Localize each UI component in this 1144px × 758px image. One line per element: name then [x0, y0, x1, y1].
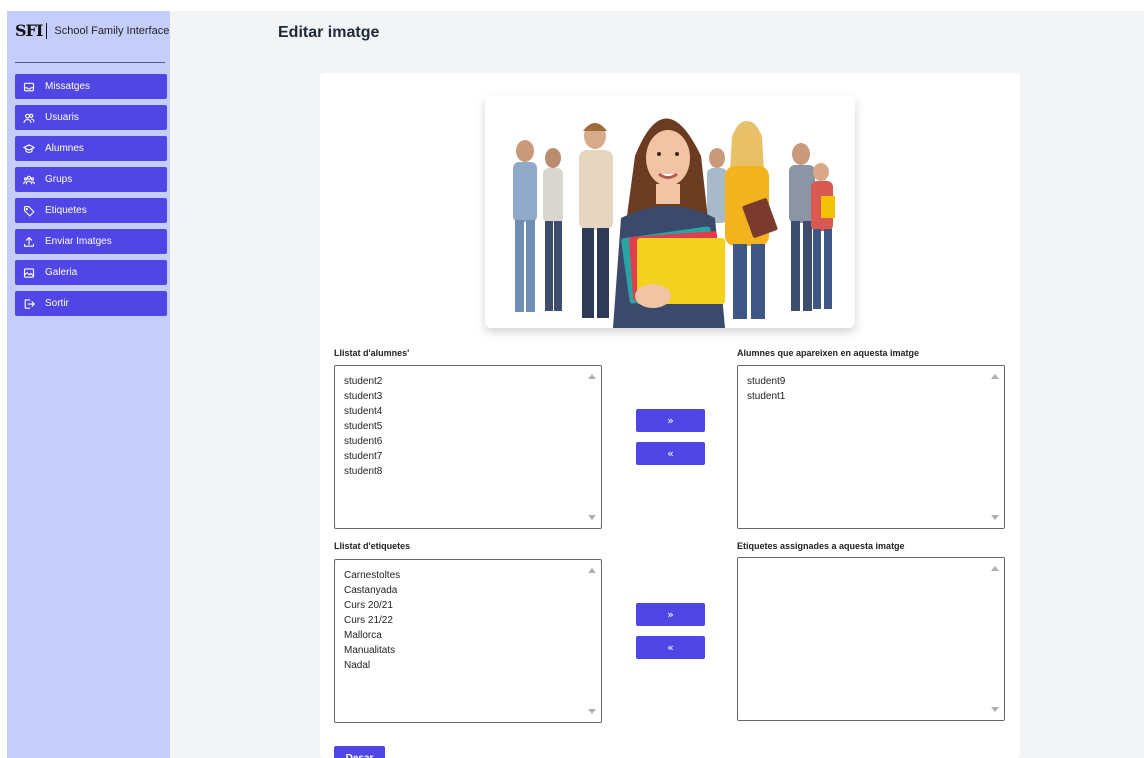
graduation-cap-icon — [23, 143, 35, 153]
list-item[interactable]: student3 — [344, 389, 601, 404]
list-item[interactable]: student1 — [747, 389, 1004, 404]
list-item[interactable]: student9 — [747, 374, 1004, 389]
available-tags-list[interactable]: Carnestoltes Castanyada Curs 20/21 Curs … — [334, 559, 602, 723]
main-content: Editar imatge Llistat d'alumnes' student… — [170, 11, 1144, 758]
brand-name: School Family Interface — [54, 24, 170, 37]
sidebar-item-sortir[interactable]: Sortir — [15, 291, 167, 316]
list-item[interactable]: student6 — [344, 434, 601, 449]
sidebar-item-usuaris[interactable]: Usuaris — [15, 105, 167, 130]
brand-logo: SFI — [15, 21, 43, 40]
brand[interactable]: SFI School Family Interface — [15, 21, 169, 40]
page-title: Editar imatge — [278, 24, 380, 41]
sidebar-item-label: Alumnes — [45, 143, 84, 154]
image-preview — [485, 96, 855, 328]
edit-image-card: Llistat d'alumnes' student2 student3 stu… — [320, 73, 1020, 758]
sidebar-item-label: Usuaris — [45, 112, 79, 123]
sidebar-item-label: Enviar Imatges — [45, 236, 112, 247]
list-item[interactable]: Curs 20/21 — [344, 598, 601, 613]
scrollbar[interactable] — [583, 560, 601, 722]
scroll-up-arrow-icon[interactable] — [588, 374, 596, 379]
list-item[interactable]: Curs 21/22 — [344, 613, 601, 628]
logout-icon — [24, 298, 35, 309]
inbox-icon — [23, 82, 35, 91]
list-item[interactable]: student5 — [344, 419, 601, 434]
sidebar-item-label: Missatges — [45, 81, 91, 92]
list-item[interactable]: Nadal — [344, 658, 601, 673]
assigned-tags-options — [738, 558, 1004, 566]
sidebar-divider — [15, 62, 165, 63]
sidebar-item-label: Galeria — [45, 267, 78, 278]
save-button[interactable]: Desar — [334, 746, 385, 758]
list-item[interactable]: student8 — [344, 464, 601, 479]
scroll-down-arrow-icon[interactable] — [588, 515, 596, 520]
sidebar-item-alumnes[interactable]: Alumnes — [15, 136, 167, 161]
students-photo — [485, 96, 855, 328]
scroll-down-arrow-icon[interactable] — [588, 709, 596, 714]
available-students-list[interactable]: student2 student3 student4 student5 stud… — [334, 365, 602, 529]
sidebar-item-etiquetes[interactable]: Etiquetes — [15, 198, 167, 223]
sidebar-item-grups[interactable]: Grups — [15, 167, 167, 192]
assigned-students-label: Alumnes que apareixen en aquesta imatge — [737, 348, 920, 358]
sidebar-item-enviar-imatges[interactable]: Enviar Imatges — [15, 229, 167, 254]
sidebar-nav: Missatges Usuaris Alumnes Grups Etiquete… — [15, 74, 167, 322]
sidebar-item-label: Grups — [45, 174, 73, 185]
available-tags-options: Carnestoltes Castanyada Curs 20/21 Curs … — [335, 560, 601, 673]
scroll-up-arrow-icon[interactable] — [991, 374, 999, 379]
scroll-up-arrow-icon[interactable] — [991, 566, 999, 571]
list-item[interactable]: student7 — [344, 449, 601, 464]
users-icon — [23, 113, 35, 123]
list-item[interactable]: Castanyada — [344, 583, 601, 598]
assigned-students-list[interactable]: student9 student1 — [737, 365, 1005, 529]
assigned-tags-label: Etiquetes assignades a aquesta imatge — [737, 541, 905, 551]
scroll-down-arrow-icon[interactable] — [991, 707, 999, 712]
scroll-up-arrow-icon[interactable] — [588, 568, 596, 573]
list-item[interactable]: Mallorca — [344, 628, 601, 643]
photo-icon — [23, 267, 35, 278]
add-tag-button[interactable]: » — [636, 603, 705, 626]
sidebar: SFI School Family Interface Missatges Us… — [7, 11, 170, 758]
assigned-tags-list[interactable] — [737, 557, 1005, 721]
list-item[interactable]: Carnestoltes — [344, 568, 601, 583]
list-item[interactable]: student4 — [344, 404, 601, 419]
sidebar-item-galeria[interactable]: Galeria — [15, 260, 167, 285]
user-group-icon — [23, 175, 35, 184]
scrollbar[interactable] — [986, 366, 1004, 528]
available-students-options: student2 student3 student4 student5 stud… — [335, 366, 601, 479]
add-student-button[interactable]: » — [636, 409, 705, 432]
remove-tag-button[interactable]: « — [636, 636, 705, 659]
brand-separator — [46, 22, 48, 39]
list-item[interactable]: Manualitats — [344, 643, 601, 658]
sidebar-item-missatges[interactable]: Missatges — [15, 74, 167, 99]
remove-student-button[interactable]: « — [636, 442, 705, 465]
upload-icon — [23, 236, 35, 247]
available-tags-label: Llistat d'etiquetes — [334, 541, 411, 551]
list-item[interactable]: student2 — [344, 374, 601, 389]
sidebar-item-label: Etiquetes — [45, 205, 87, 216]
scroll-down-arrow-icon[interactable] — [991, 515, 999, 520]
sidebar-item-label: Sortir — [45, 298, 69, 309]
scrollbar[interactable] — [986, 558, 1004, 720]
tag-icon — [23, 205, 35, 216]
assigned-students-options: student9 student1 — [738, 366, 1004, 404]
scrollbar[interactable] — [583, 366, 601, 528]
available-students-label: Llistat d'alumnes' — [334, 348, 410, 358]
